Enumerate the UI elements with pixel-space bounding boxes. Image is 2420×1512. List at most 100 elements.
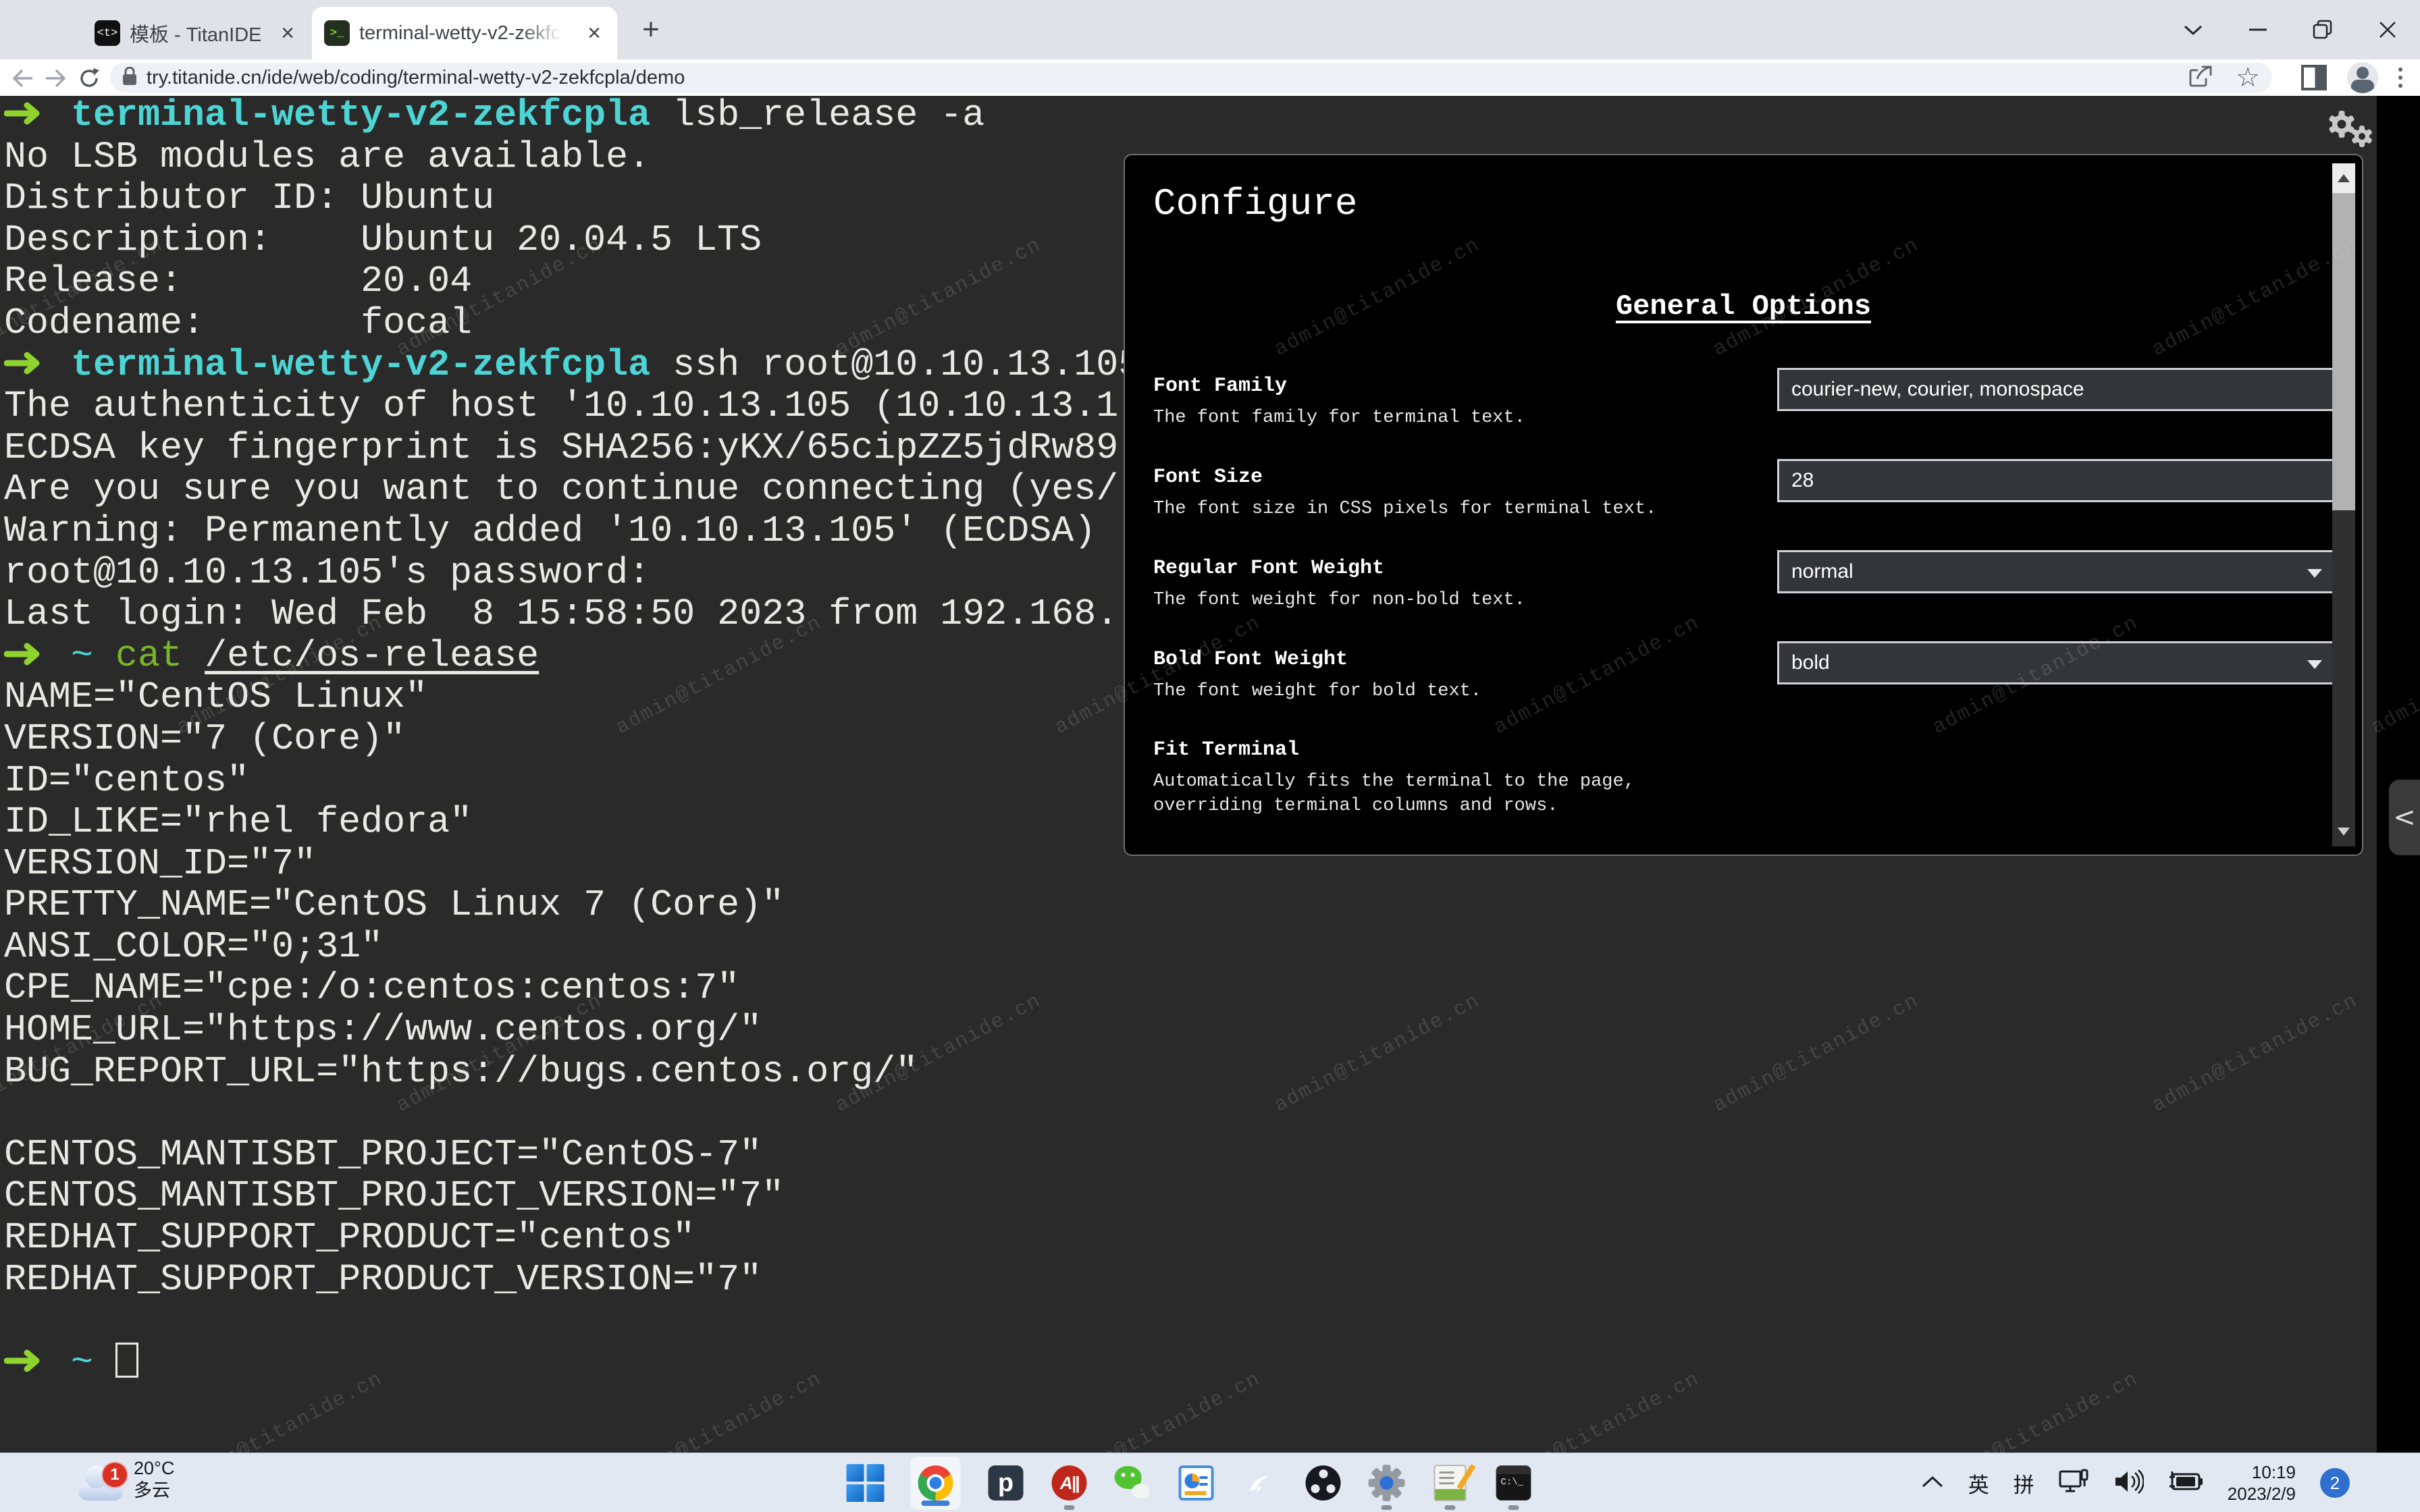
terminal-text: ssh root@10.10.13.105: [650, 344, 1140, 386]
notepad-icon[interactable]: [1431, 1464, 1469, 1502]
dialog-title: Configure: [1153, 182, 1357, 225]
tab-search-chevron-icon[interactable]: [2161, 0, 2226, 59]
terminal-text: CENTOS_MANTISBT_PROJECT="CentOS-7": [4, 1133, 762, 1176]
terminal-page: terminal-wetty-v2-zekfcpla lsb_release -…: [0, 96, 2420, 1453]
terminal-line: HOME_URL="https://www.centos.org/": [4, 1009, 1140, 1051]
scrollbar-thumb[interactable]: [2332, 193, 2355, 510]
terminal-line: ~ cat /etc/os-release: [4, 635, 1140, 677]
terminal-favicon: >_: [324, 20, 350, 46]
settings-gear-icon[interactable]: [1368, 1464, 1406, 1502]
minimize-icon[interactable]: [2226, 0, 2290, 59]
watermark-text: admin@titanide.cn: [1490, 1368, 1704, 1453]
terminal-line: root@10.10.13.105's password:: [4, 552, 1140, 594]
chevron-down-icon: [2307, 569, 2322, 578]
wechat-icon[interactable]: [1114, 1464, 1152, 1502]
tray-chevron-up-icon[interactable]: [1921, 1475, 1944, 1492]
maximize-restore-icon[interactable]: [2290, 0, 2355, 59]
tab-titanide[interactable]: <t> 模板 - TitanIDE ×: [82, 7, 311, 59]
terminal-line: VERSION_ID="7": [4, 843, 1140, 885]
terminal-line: ~: [4, 1342, 1140, 1384]
terminal-text: REDHAT_SUPPORT_PRODUCT="centos": [4, 1216, 695, 1259]
terminal-line: ECDSA key fingerprint is SHA256:yKX/65ci…: [4, 427, 1140, 469]
chrome-icon[interactable]: [910, 1456, 962, 1510]
terminal-text: HOME_URL="https://www.centos.org/": [4, 1008, 762, 1051]
terminal-output[interactable]: terminal-wetty-v2-zekfcpla lsb_release -…: [4, 96, 1140, 1383]
p-app-icon[interactable]: p: [987, 1464, 1025, 1502]
right-drawer-strip: [2377, 96, 2420, 1453]
forward-icon[interactable]: [42, 65, 69, 92]
terminal-app-icon[interactable]: C:\_: [1495, 1464, 1533, 1502]
field-label: Fit Terminal: [1153, 738, 2304, 761]
terminal-text: PRETTY_NAME="CentOS Linux 7 (Core)": [4, 884, 784, 926]
terminal-text: /etc/os-release: [205, 634, 539, 677]
terminal-text: REDHAT_SUPPORT_PRODUCT_VERSION="7": [4, 1258, 762, 1301]
ime-pinyin-button[interactable]: 拼: [2014, 1468, 2034, 1498]
modal-scrollbar[interactable]: [2332, 163, 2355, 846]
obs-icon[interactable]: [1305, 1464, 1342, 1502]
terminal-line: CENTOS_MANTISBT_PROJECT_VERSION="7": [4, 1175, 1140, 1217]
battery-charging-icon[interactable]: [2168, 1470, 2203, 1496]
menu-dots-icon[interactable]: [2398, 68, 2402, 88]
chevron-down-icon: [2307, 660, 2322, 669]
terminal-text: Release: 20.04: [4, 260, 472, 302]
terminal-line: REDHAT_SUPPORT_PRODUCT_VERSION="7": [4, 1259, 1140, 1301]
ime-language-button[interactable]: 英: [1968, 1468, 1989, 1498]
chart-app-icon[interactable]: [1178, 1464, 1215, 1502]
terminal-settings-button[interactable]: [2328, 111, 2382, 154]
config-row: Font FamilyThe font family for terminal …: [1153, 375, 2304, 430]
windows-start-icon[interactable]: [847, 1464, 885, 1502]
watermark-text: admin@titanide.cn: [2149, 990, 2362, 1118]
terminal-line: Release: 20.04: [4, 261, 1140, 302]
terminal-line: BUG_REPORT_URL="https://bugs.centos.org/…: [4, 1051, 1140, 1093]
terminal-text: Codename: focal: [4, 302, 472, 344]
watermark-text: admin@titanide.cn: [1271, 990, 1484, 1118]
side-panel-icon[interactable]: [2301, 65, 2327, 90]
field-description: The font size in CSS pixels for terminal…: [1153, 497, 1693, 521]
terminal-text: ANSI_COLOR="0;31": [4, 925, 383, 968]
terminal-line: CPE_NAME="cpe:/o:centos:centos:7": [4, 967, 1140, 1009]
tab-title: terminal-wetty-v2-zekfcpla - T: [359, 22, 562, 45]
tray-date: 2023/2/9: [2228, 1483, 2296, 1505]
weather-badge: 1: [101, 1461, 128, 1488]
new-tab-button[interactable]: +: [635, 14, 667, 46]
terminal-text: CENTOS_MANTISBT_PROJECT_VERSION="7": [4, 1174, 784, 1217]
scroll-down-icon[interactable]: [2332, 817, 2355, 846]
regular-font-weight-select[interactable]: normal: [1777, 550, 2338, 593]
terminal-text: ~: [71, 1341, 93, 1384]
close-icon[interactable]: ×: [275, 21, 300, 45]
taskbar: 1 20°C 多云 p A|| C:\_ 英 拼: [0, 1453, 2420, 1512]
taskbar-weather-widget[interactable]: 1 20°C 多云: [78, 1457, 174, 1502]
tray-time: 10:19: [2252, 1461, 2296, 1483]
dingtalk-icon[interactable]: [1241, 1464, 1279, 1502]
terminal-text: ~: [71, 634, 93, 677]
close-icon[interactable]: [2355, 0, 2420, 59]
notification-badge[interactable]: 2: [2320, 1468, 2350, 1498]
config-row: Font SizeThe font size in CSS pixels for…: [1153, 466, 2304, 521]
terminal-text: [93, 1341, 115, 1384]
all-red-app-icon[interactable]: A||: [1051, 1464, 1088, 1502]
scroll-up-icon[interactable]: [2332, 163, 2355, 193]
terminal-line: REDHAT_SUPPORT_PRODUCT="centos": [4, 1217, 1140, 1259]
font-size-input[interactable]: 28: [1777, 459, 2338, 502]
speaker-icon[interactable]: [2114, 1469, 2144, 1497]
prompt-host: terminal-wetty-v2-zekfcpla: [71, 344, 650, 386]
taskbar-clock[interactable]: 10:19 2023/2/9: [2228, 1461, 2296, 1505]
share-icon[interactable]: [2188, 65, 2213, 91]
terminal-line: ID="centos": [4, 760, 1140, 802]
font-family-input[interactable]: courier-new, courier, monospace: [1777, 368, 2338, 411]
terminal-text: ECDSA key fingerprint is SHA256:yKX/65ci…: [4, 427, 1118, 469]
refresh-icon[interactable]: [76, 65, 103, 92]
url-bar[interactable]: try.titanide.cn/ide/web/coding/terminal-…: [110, 63, 2272, 92]
back-icon[interactable]: [9, 65, 36, 92]
network-monitor-icon[interactable]: [2059, 1469, 2090, 1498]
terminal-line: Warning: Permanently added '10.10.13.105…: [4, 510, 1140, 552]
tab-terminal-wetty[interactable]: >_ terminal-wetty-v2-zekfcpla - T ×: [312, 7, 617, 59]
bold-font-weight-select[interactable]: bold: [1777, 641, 2338, 684]
drawer-handle-chevron-icon[interactable]: <: [2389, 780, 2420, 855]
bookmark-star-icon[interactable]: ☆: [2236, 64, 2260, 91]
terminal-text: Description: Ubuntu 20.04.5 LTS: [4, 219, 762, 261]
terminal-line: [4, 1092, 1140, 1134]
profile-avatar-icon[interactable]: [2347, 62, 2378, 93]
prompt-arrow-icon: [4, 1342, 71, 1384]
close-icon[interactable]: ×: [582, 21, 606, 45]
